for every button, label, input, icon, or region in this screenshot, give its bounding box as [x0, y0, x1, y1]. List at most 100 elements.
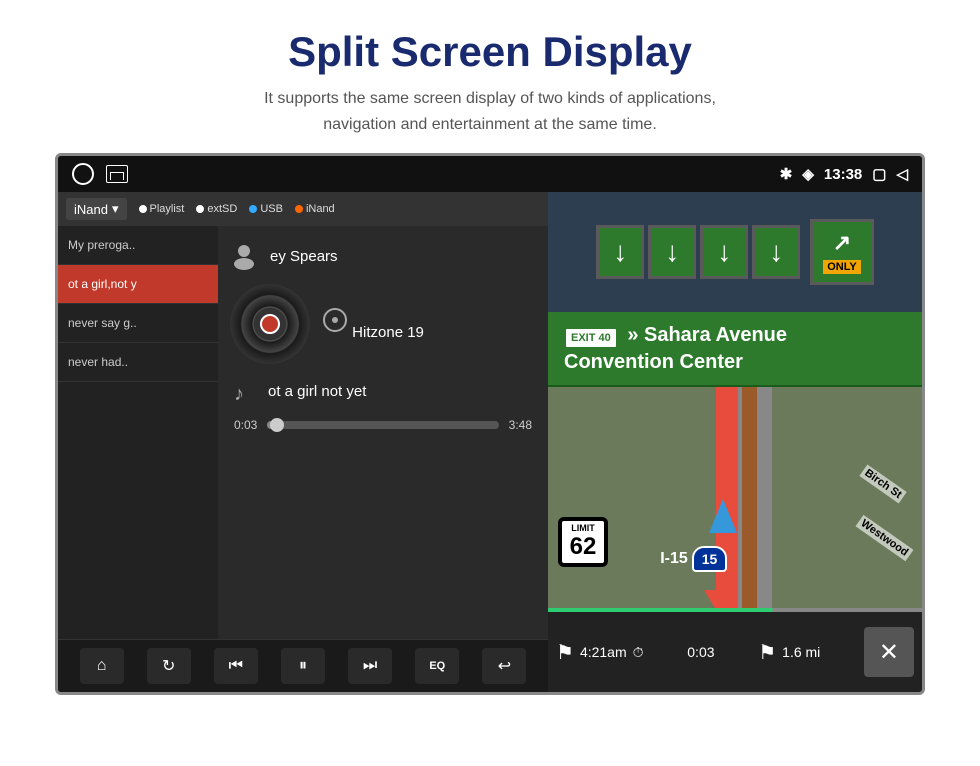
prev-button[interactable]: ⏮ — [214, 648, 258, 684]
dropdown-arrow-icon: ▾ — [112, 201, 119, 217]
nav-close-button[interactable]: ✕ — [864, 627, 914, 677]
remaining-distance: 1.6 mi — [782, 644, 820, 660]
arrow-sign-2: ↓ — [648, 225, 696, 279]
svg-text:♪: ♪ — [234, 383, 244, 404]
circle-icon — [72, 163, 94, 185]
source-option-inand[interactable]: iNand — [295, 203, 335, 215]
track-artist: ey Spears — [270, 248, 338, 265]
track-album: Hitzone 19 — [352, 324, 424, 341]
page-subtitle: It supports the same screen display of t… — [20, 86, 960, 137]
next-button[interactable]: ⏭ — [348, 648, 392, 684]
location-icon: ◈ — [802, 165, 814, 183]
flag-icon-2: ⚑ — [758, 640, 776, 665]
source-bar: iNand ▾ Playlist extSD USB iNand — [58, 192, 548, 226]
only-up-arrow: ↗ — [833, 230, 851, 256]
home-button[interactable]: ⌂ — [80, 648, 124, 684]
arrival-time: 4:21am — [580, 644, 627, 660]
interstate-shield: 15 — [692, 546, 728, 572]
arrow-sign-4: ↓ — [752, 225, 800, 279]
playlist-item-3[interactable]: never say g.. — [58, 304, 218, 343]
down-arrow-2: ↓ — [665, 236, 679, 268]
person-icon — [230, 242, 258, 270]
playlist-item-2[interactable]: ot a girl,not y — [58, 265, 218, 304]
source-option-playlist-label: Playlist — [150, 203, 185, 215]
progress-thumb — [270, 418, 284, 432]
only-label: ONLY — [823, 260, 861, 274]
i15-label: I-15 — [660, 550, 688, 568]
radio-dot-extsd — [196, 205, 204, 213]
highway-signs-area: ↓ ↓ ↓ ↓ ↗ ONLY — [548, 192, 922, 312]
eq-button[interactable]: EQ — [415, 648, 459, 684]
repeat-button[interactable]: ↻ — [147, 648, 191, 684]
vinyl-disc — [230, 284, 310, 364]
image-icon — [106, 165, 128, 183]
map-road-area: Birch St Westwood LIMIT 62 I-15 — [548, 387, 922, 612]
music-player-panel: iNand ▾ Playlist extSD USB iNand — [58, 192, 548, 692]
speed-number: 62 — [566, 533, 600, 561]
track-artist-row: ey Spears — [230, 242, 536, 270]
green-arrow-signs: ↓ ↓ ↓ ↓ — [596, 225, 800, 279]
track-album-row: Hitzone 19 — [230, 284, 536, 364]
playlist-item-4[interactable]: never had.. — [58, 343, 218, 382]
back-button[interactable]: ↩ — [482, 648, 526, 684]
time-total: 3:48 — [509, 418, 532, 432]
source-option-extsd-label: extSD — [207, 203, 237, 215]
clock-icon: ⏱ — [633, 644, 644, 661]
status-bar: ✱ ◈ 13:38 ▢ ◁ — [58, 156, 922, 192]
remaining-stat: ⚑ 1.6 mi — [758, 640, 820, 665]
elapsed-stat: 0:03 — [687, 644, 714, 660]
progress-section: 0:03 3:48 — [230, 418, 536, 432]
radio-dot-usb — [249, 205, 257, 213]
progress-bar[interactable] — [267, 421, 498, 429]
split-screen: iNand ▾ Playlist extSD USB iNand — [58, 192, 922, 692]
radio-dot-playlist — [139, 205, 147, 213]
source-option-usb-label: USB — [260, 203, 283, 215]
player-main: ey Spears Hitzone 19 — [218, 226, 548, 639]
source-label: iNand — [74, 202, 108, 217]
player-body: My preroga.. ot a girl,not y never say g… — [58, 226, 548, 639]
back-icon: ◁ — [896, 165, 908, 183]
window-icon: ▢ — [872, 165, 886, 183]
track-song-row: ♪ ot a girl not yet — [230, 378, 536, 404]
source-option-inand-label: iNand — [306, 203, 335, 215]
vinyl-center — [260, 314, 280, 334]
flag-icon: ⚑ — [556, 640, 574, 665]
playlist-sidebar: My preroga.. ot a girl,not y never say g… — [58, 226, 218, 639]
page-header: Split Screen Display It supports the sam… — [0, 0, 980, 153]
playlist-item-1[interactable]: My preroga.. — [58, 226, 218, 265]
down-arrow-3: ↓ — [717, 236, 731, 268]
speed-limit-label: LIMIT — [566, 523, 600, 533]
speed-box: LIMIT 62 — [558, 517, 608, 567]
pause-button[interactable]: ⏸ — [281, 648, 325, 684]
highway-sign-overlay: I-15 15 — [660, 546, 727, 572]
map-background: ↓ ↓ ↓ ↓ ↗ ONLY — [548, 192, 922, 692]
source-option-extsd[interactable]: extSD — [196, 203, 237, 215]
speed-limit-sign: LIMIT 62 — [558, 517, 608, 567]
source-option-usb[interactable]: USB — [249, 203, 283, 215]
navigation-arrow — [709, 499, 737, 533]
source-selector[interactable]: iNand ▾ — [66, 198, 127, 220]
device-frame: ✱ ◈ 13:38 ▢ ◁ iNand ▾ Playlist — [55, 153, 925, 695]
status-left-icons — [72, 163, 128, 185]
page-title: Split Screen Display — [20, 28, 960, 76]
disc-icon — [322, 307, 348, 333]
only-sign: ↗ ONLY — [810, 219, 874, 285]
arrow-sign-1: ↓ — [596, 225, 644, 279]
bluetooth-icon: ✱ — [780, 165, 793, 183]
exit-badge: EXIT 40 — [564, 327, 618, 349]
down-arrow-4: ↓ — [769, 236, 783, 268]
status-time: 13:38 — [824, 166, 862, 183]
track-song: ot a girl not yet — [268, 383, 366, 400]
elapsed-time: 0:03 — [687, 644, 714, 660]
music-note-icon: ♪ — [230, 378, 256, 404]
source-option-playlist[interactable]: Playlist — [139, 203, 185, 215]
navigation-panel: ↓ ↓ ↓ ↓ ↗ ONLY — [548, 192, 922, 692]
control-bar: ⌂ ↻ ⏮ ⏸ ⏭ EQ ↩ — [58, 639, 548, 692]
radio-dot-inand — [295, 205, 303, 213]
time-current: 0:03 — [234, 418, 257, 432]
nav-direction-arrow — [704, 590, 728, 610]
exit-banner: EXIT 40 » Sahara AvenueConvention Center — [548, 312, 922, 388]
nav-status-bar: ⚑ 4:21am ⏱ 0:03 ⚑ 1.6 mi ✕ — [548, 612, 922, 692]
status-right-info: ✱ ◈ 13:38 ▢ ◁ — [780, 165, 908, 183]
road-vertical-secondary — [757, 387, 772, 612]
